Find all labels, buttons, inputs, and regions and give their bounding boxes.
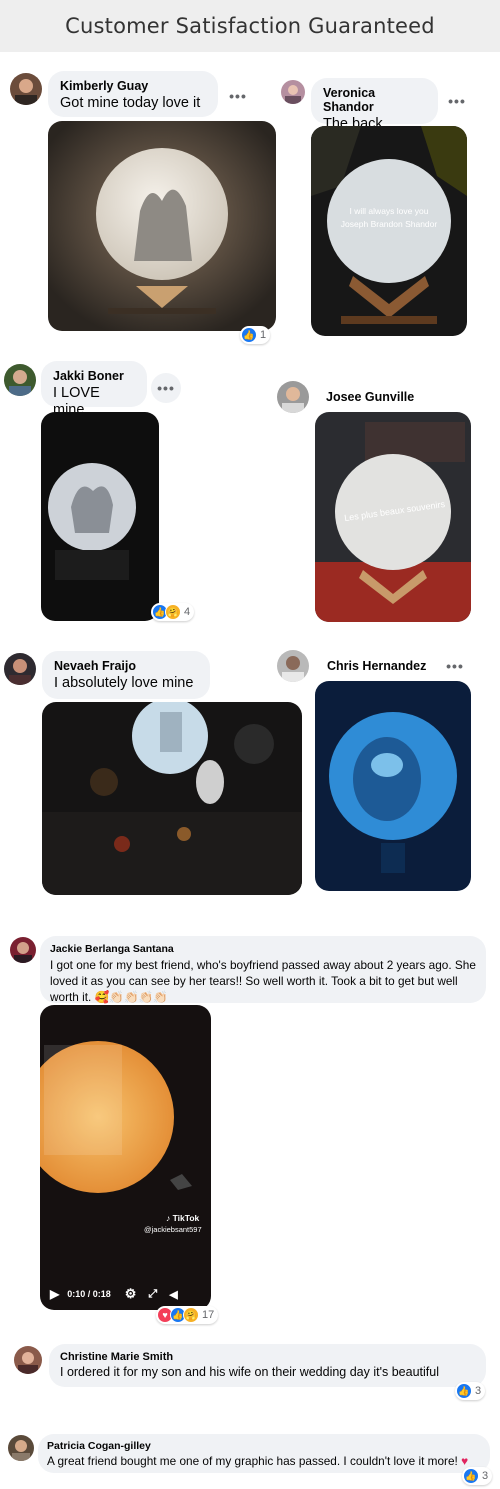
commenter-name[interactable]: Jakki Boner bbox=[53, 369, 135, 383]
reaction-count: 17 bbox=[202, 1309, 215, 1321]
fullscreen-icon[interactable]: ⤢ bbox=[148, 1288, 157, 1301]
commenter-name[interactable]: Veronica Shandor bbox=[323, 86, 426, 114]
reaction-summary[interactable]: 👍 3 bbox=[455, 1382, 486, 1400]
avatar[interactable] bbox=[10, 937, 36, 963]
reaction-count: 4 bbox=[184, 606, 191, 618]
reaction-count: 1 bbox=[260, 329, 267, 341]
video-time: 0:10 / 0:18 bbox=[67, 1289, 111, 1299]
more-options-icon: ••• bbox=[157, 380, 175, 396]
comment-text: I absolutely love mine bbox=[54, 675, 194, 691]
commenter-name[interactable]: Jackie Berlanga Santana bbox=[50, 943, 476, 955]
more-options-icon: ••• bbox=[446, 658, 464, 674]
comment-text: Got mine today love it bbox=[60, 95, 201, 111]
reaction-summary[interactable]: 👍 🤗 4 bbox=[151, 603, 195, 621]
avatar[interactable] bbox=[4, 653, 36, 685]
care-reaction-icon: 🤗 bbox=[183, 1307, 199, 1323]
comment-bubble: Jakki Boner I LOVE mine. bbox=[41, 361, 147, 418]
comment-photo[interactable] bbox=[48, 121, 276, 331]
page-header: Customer Satisfaction Guaranteed bbox=[0, 0, 500, 52]
comment-text: I ordered it for my son and his wife on … bbox=[60, 1365, 439, 1379]
reaction-count: 3 bbox=[482, 1470, 489, 1482]
play-icon[interactable]: ▶ bbox=[50, 1287, 59, 1301]
like-reaction-icon: 👍 bbox=[463, 1468, 479, 1484]
reaction-summary[interactable]: ♥ 👍 🤗 17 bbox=[156, 1306, 219, 1324]
more-options-icon: ••• bbox=[448, 93, 466, 109]
page-title: Customer Satisfaction Guaranteed bbox=[65, 14, 435, 38]
comment-bubble: Christine Marie Smith I ordered it for m… bbox=[49, 1344, 486, 1387]
tiktok-icon: ♪ bbox=[166, 1213, 171, 1223]
comment-bubble: Jackie Berlanga Santana I got one for my… bbox=[40, 936, 486, 1004]
care-reaction-icon: 🤗 bbox=[165, 604, 181, 620]
more-options-button[interactable]: ••• bbox=[440, 651, 470, 681]
tiktok-handle: @jackiebsant597 bbox=[144, 1225, 202, 1234]
commenter-name[interactable]: Chris Hernandez bbox=[327, 659, 426, 673]
video-controls: ▶ 0:10 / 0:18 ⚙ ⤢ ◀ bbox=[40, 1281, 211, 1307]
commenter-name[interactable]: Christine Marie Smith bbox=[60, 1351, 475, 1363]
avatar[interactable] bbox=[8, 1435, 34, 1461]
comment-bubble: Patricia Cogan-gilley A great friend bou… bbox=[38, 1434, 490, 1473]
reaction-summary[interactable]: 👍 3 bbox=[462, 1467, 493, 1485]
comment-bubble: Kimberly Guay Got mine today love it bbox=[48, 71, 218, 117]
more-options-button[interactable]: ••• bbox=[151, 373, 181, 403]
lamp-engraving: I will always love you bbox=[350, 206, 429, 216]
avatar[interactable] bbox=[277, 650, 309, 682]
avatar[interactable] bbox=[14, 1346, 42, 1374]
reaction-count: 3 bbox=[475, 1385, 482, 1397]
more-options-button[interactable]: ••• bbox=[442, 86, 472, 116]
comment-text: I got one for my best friend, who's boyf… bbox=[50, 958, 476, 1004]
like-reaction-icon: 👍 bbox=[456, 1383, 472, 1399]
more-options-button[interactable]: ••• bbox=[223, 81, 253, 111]
volume-icon[interactable]: ◀ bbox=[169, 1288, 177, 1301]
comment-video[interactable]: ♪ TikTok @jackiebsant597 ▶ 0:10 / 0:18 ⚙… bbox=[40, 1005, 211, 1310]
comment-photo[interactable]: Les plus beaux souvenirs bbox=[315, 412, 471, 622]
comment-photo[interactable] bbox=[315, 681, 471, 891]
comment-bubble: Nevaeh Fraijo I absolutely love mine bbox=[42, 651, 210, 699]
commenter-name[interactable]: Nevaeh Fraijo bbox=[54, 659, 198, 673]
tiktok-watermark: ♪ TikTok bbox=[166, 1213, 200, 1223]
avatar[interactable] bbox=[281, 80, 305, 104]
avatar[interactable] bbox=[277, 381, 309, 413]
comment-photo[interactable]: I will always love you Joseph Brandon Sh… bbox=[311, 126, 467, 336]
like-reaction-icon: 👍 bbox=[241, 327, 257, 343]
commenter-name[interactable]: Patricia Cogan-gilley bbox=[47, 1440, 481, 1452]
comment-photo[interactable] bbox=[41, 412, 159, 621]
gear-icon[interactable]: ⚙ bbox=[125, 1286, 137, 1302]
commenter-name[interactable]: Josee Gunville bbox=[326, 390, 414, 404]
comment-photo[interactable] bbox=[42, 702, 302, 895]
lamp-engraving: Joseph Brandon Shandor bbox=[341, 219, 438, 229]
comment-bubble: Veronica Shandor The back bbox=[311, 78, 438, 132]
comment-text: A great friend bought me one of my graph… bbox=[47, 1454, 462, 1468]
avatar[interactable] bbox=[4, 364, 36, 396]
reaction-summary[interactable]: 👍 1 bbox=[240, 326, 271, 344]
avatar[interactable] bbox=[10, 73, 42, 105]
commenter-name[interactable]: Kimberly Guay bbox=[60, 79, 206, 93]
more-options-icon: ••• bbox=[229, 88, 247, 104]
heart-icon: ♥ bbox=[461, 1454, 469, 1468]
